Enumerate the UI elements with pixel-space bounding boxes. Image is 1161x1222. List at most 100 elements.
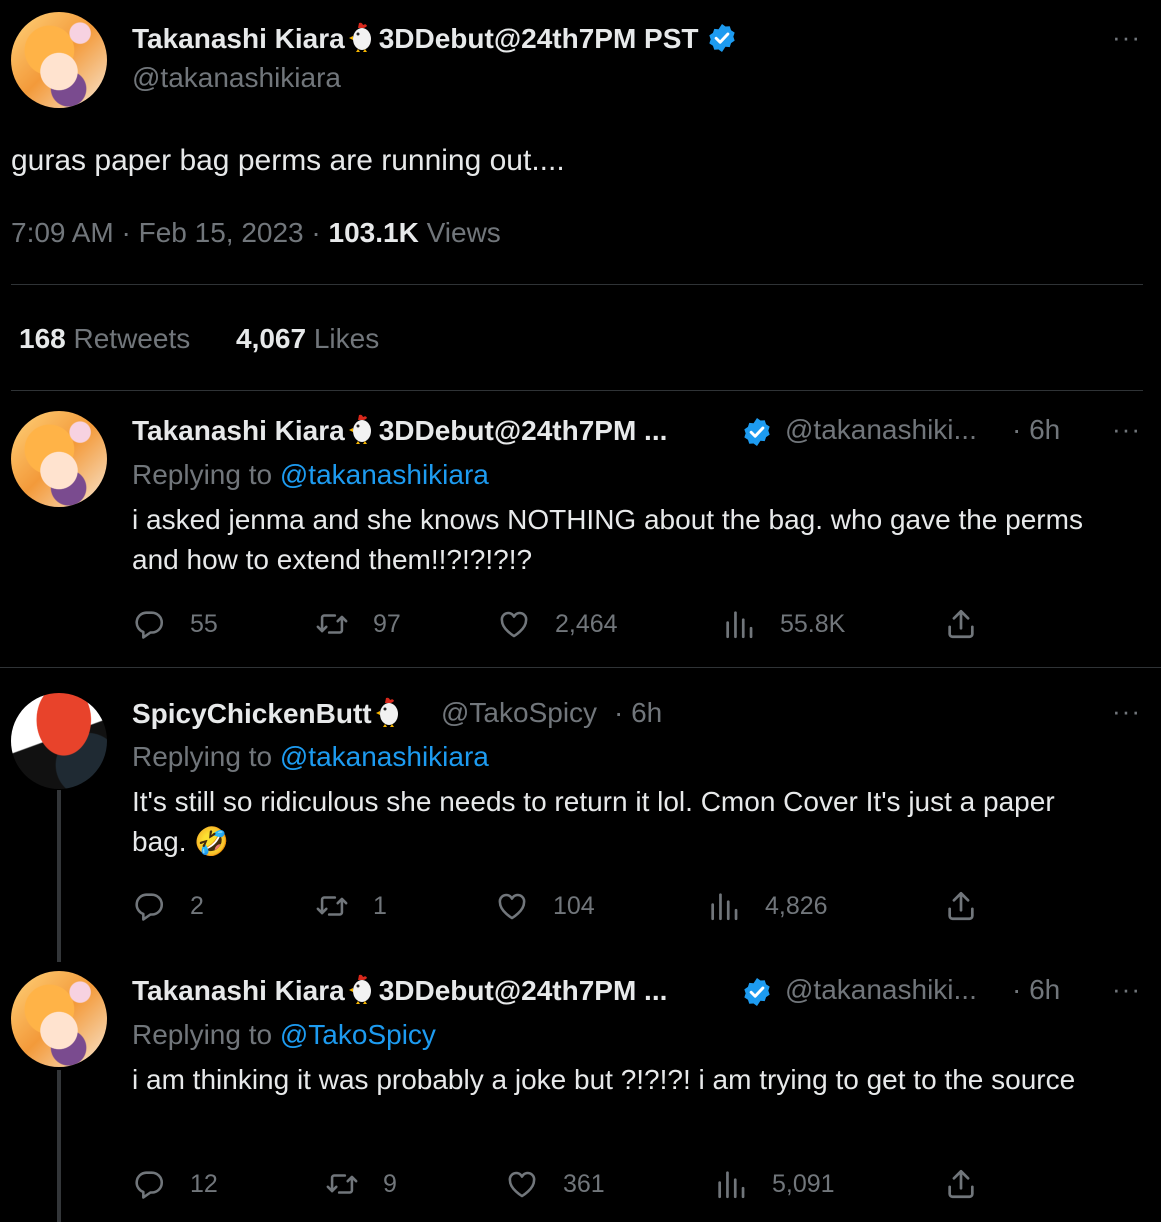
timestamp[interactable]: 7:09 AM · Feb 15, 2023 · [11,217,321,248]
display-name: Takanashi Kiara [132,23,345,54]
views-count: 103.1K [328,217,419,248]
reply-icon [132,889,166,923]
chicken-emoji-icon [349,22,375,52]
reply-icon [132,1167,166,1201]
reply-time[interactable]: · 6h [1012,414,1060,446]
views-button[interactable]: 5,091 [714,1167,835,1201]
views-label: Views [426,217,501,248]
like-icon [505,1167,539,1201]
views-icon [714,1167,748,1201]
display-name-suffix: 3DDebut@24th7PM PST [378,23,699,54]
display-name: Takanashi Kiara [132,415,345,446]
more-icon[interactable]: ··· [1112,696,1141,727]
like-count: 361 [563,1169,605,1198]
replying-prefix: Replying to [132,459,273,490]
replying-to-link[interactable]: @TakoSpicy [280,1019,436,1050]
retweet-icon [325,1167,359,1201]
like-button[interactable]: 361 [505,1167,605,1201]
reply-author-name[interactable]: SpicyChickenButt [132,697,406,730]
tweet-meta: 7:09 AM · Feb 15, 2023 · 103.1K Views [11,217,501,249]
share-icon [944,607,978,641]
reply-text: i asked jenma and she knows NOTHING abou… [132,504,1083,575]
display-name: SpicyChickenButt [132,698,372,729]
views-icon [707,889,741,923]
display-name-suffix: 3DDebut@24th7PM ... [378,975,668,1006]
views-count: 5,091 [772,1169,835,1198]
replying-to-link[interactable]: @takanashikiara [280,459,489,490]
views-count: 55.8K [780,609,846,638]
reply-icon [132,607,166,641]
reply-button[interactable]: 2 [132,889,204,923]
likes-label: Likes [313,323,380,354]
reply-author-name[interactable]: Takanashi Kiara 3DDebut@24th7PM ... [132,414,667,447]
reply-button[interactable]: 12 [132,1167,218,1201]
main-author-name[interactable]: Takanashi Kiara 3DDebut@24th7PM PST [132,22,738,55]
reply-count: 55 [190,609,218,638]
replying-to: Replying to @TakoSpicy [132,1019,436,1051]
chicken-emoji-icon [349,414,375,444]
reply-handle[interactable]: @TakoSpicy [441,697,597,729]
tweet-text: guras paper bag perms are running out...… [11,144,565,177]
share-button[interactable] [944,607,1002,641]
replying-prefix: Replying to [132,741,273,772]
main-handle[interactable]: @takanashikiara [132,62,341,94]
chicken-emoji-icon [376,697,402,727]
reply-text: i am thinking it was probably a joke but… [132,1064,1076,1095]
verified-badge-icon[interactable] [741,416,773,448]
replying-prefix: Replying to [132,1019,273,1050]
reply-handle[interactable]: @takanashiki... [785,414,977,446]
retweet-button[interactable]: 9 [325,1167,397,1201]
reply-button[interactable]: 55 [132,607,218,641]
retweet-icon [315,889,349,923]
views-icon [722,607,756,641]
like-button[interactable]: 104 [495,889,595,923]
views-button[interactable]: 55.8K [722,607,845,641]
likes-stat[interactable]: 4,067 Likes [236,323,379,355]
divider [11,390,1143,391]
retweets-label: Retweets [73,323,191,354]
avatar[interactable] [11,12,107,108]
retweet-count: 97 [373,609,401,638]
views-button[interactable]: 4,826 [707,889,828,923]
divider [11,284,1143,285]
display-name: Takanashi Kiara [132,975,345,1006]
thread-line [57,790,61,962]
retweets-count: 168 [19,323,66,354]
like-icon [495,889,529,923]
reply-author-name[interactable]: Takanashi Kiara 3DDebut@24th7PM ... [132,974,667,1007]
chicken-emoji-icon [349,974,375,1004]
share-button[interactable] [944,1167,1002,1201]
reply-count: 12 [190,1169,218,1198]
like-count: 104 [553,891,595,920]
retweet-count: 1 [373,891,387,920]
reply-time[interactable]: · 6h [1012,974,1060,1006]
display-name-suffix: 3DDebut@24th7PM ... [378,415,668,446]
avatar[interactable] [11,971,107,1067]
retweet-button[interactable]: 1 [315,889,387,923]
more-icon[interactable]: ··· [1112,974,1141,1005]
more-icon[interactable]: ··· [1112,22,1141,53]
like-count: 2,464 [555,609,618,638]
retweet-icon [315,607,349,641]
retweet-button[interactable]: 97 [315,607,401,641]
like-icon [497,607,531,641]
views-count: 4,826 [765,891,828,920]
share-icon [944,889,978,923]
like-button[interactable]: 2,464 [497,607,618,641]
replying-to-link[interactable]: @takanashikiara [280,741,489,772]
share-icon [944,1167,978,1201]
retweets-stat[interactable]: 168 Retweets [19,323,190,355]
avatar[interactable] [11,693,107,789]
more-icon[interactable]: ··· [1112,414,1141,445]
reply-handle[interactable]: @takanashiki... [785,974,977,1006]
verified-badge-icon[interactable] [741,976,773,1008]
avatar[interactable] [11,411,107,507]
verified-badge-icon[interactable] [706,22,738,54]
reply-count: 2 [190,891,204,920]
likes-count: 4,067 [236,323,307,354]
reply-time[interactable]: · 6h [614,697,662,729]
divider [0,667,1161,668]
replying-to: Replying to @takanashikiara [132,741,489,773]
share-button[interactable] [944,889,1002,923]
retweet-count: 9 [383,1169,397,1198]
